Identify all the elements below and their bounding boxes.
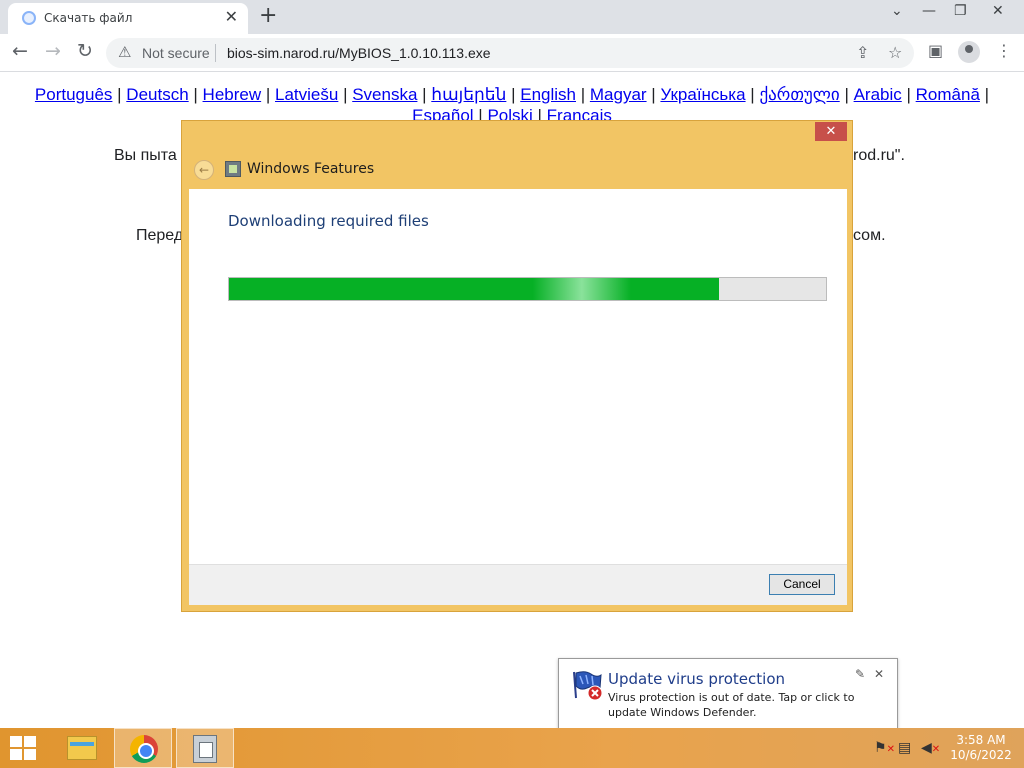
language-separator: | bbox=[901, 85, 916, 104]
clock-date: 10/6/2022 bbox=[950, 748, 1012, 762]
language-separator: | bbox=[112, 85, 127, 104]
menu-kebab-icon[interactable]: ⋮ bbox=[996, 41, 1012, 60]
minimize-button[interactable]: — bbox=[922, 3, 936, 19]
tab-close-icon[interactable]: ✕ bbox=[225, 7, 238, 26]
language-link[interactable]: Arabic bbox=[854, 85, 902, 104]
close-window-button[interactable]: ✕ bbox=[992, 3, 1004, 19]
defender-notification[interactable]: Update virus protection Virus protection… bbox=[558, 658, 898, 730]
start-windows-icon[interactable] bbox=[10, 736, 38, 762]
back-arrow-icon[interactable]: ← bbox=[194, 160, 214, 180]
language-link[interactable]: English bbox=[520, 85, 576, 104]
share-icon[interactable]: ⇪ bbox=[856, 43, 869, 62]
language-link[interactable]: Hebrew bbox=[203, 85, 262, 104]
notification-close-icon[interactable]: ✕ bbox=[874, 667, 884, 681]
status-heading: Downloading required files bbox=[228, 212, 429, 230]
language-separator: | bbox=[745, 85, 760, 104]
language-separator: | bbox=[188, 85, 203, 104]
language-separator: | bbox=[646, 85, 661, 104]
taskbar: ⚑✕ ▤ ◀✕ 3:58 AM 10/6/2022 bbox=[0, 728, 1024, 768]
windows-features-dialog: ✕ ← Windows Features Downloading require… bbox=[181, 120, 853, 612]
action-center-flag-icon[interactable]: ⚑✕ bbox=[874, 740, 895, 756]
language-link[interactable]: Deutsch bbox=[126, 85, 188, 104]
dialog-footer: Cancel bbox=[189, 564, 847, 605]
tab-title: Скачать файл bbox=[44, 11, 133, 25]
forward-button[interactable]: → bbox=[45, 40, 61, 62]
defender-warning-flag-icon bbox=[573, 671, 603, 701]
restore-button[interactable]: ❐ bbox=[954, 3, 967, 19]
language-link[interactable]: Português bbox=[35, 85, 113, 104]
language-separator: | bbox=[506, 85, 521, 104]
language-link[interactable]: ქართული bbox=[759, 85, 839, 104]
windows-features-icon bbox=[225, 161, 241, 177]
system-clock[interactable]: 3:58 AM 10/6/2022 bbox=[946, 733, 1016, 763]
language-separator: | bbox=[261, 85, 276, 104]
tab-active[interactable]: Скачать файл ✕ bbox=[8, 3, 248, 34]
language-link[interactable]: Українська bbox=[660, 85, 745, 104]
page-text-line1-left: Вы пыта bbox=[114, 147, 177, 164]
address-bar[interactable]: ⚠ Not secure bios-sim.narod.ru/MyBIOS_1.… bbox=[106, 38, 914, 68]
chrome-icon bbox=[130, 735, 158, 763]
taskbar-file-explorer[interactable] bbox=[52, 728, 110, 768]
language-link[interactable]: Magyar bbox=[590, 85, 647, 104]
reload-button[interactable]: ↻ bbox=[77, 40, 93, 62]
language-link[interactable]: հայերեն bbox=[431, 85, 506, 104]
tab-strip: Скачать файл ✕ + ⌄ — ❐ ✕ bbox=[0, 0, 1024, 34]
avatar[interactable] bbox=[958, 41, 980, 63]
side-panel-icon[interactable]: ▣ bbox=[928, 41, 943, 60]
download-progress-bar bbox=[228, 277, 827, 301]
page-text-line2-right: сом. bbox=[853, 227, 886, 244]
language-separator: | bbox=[417, 85, 432, 104]
security-label[interactable]: Not secure bbox=[142, 45, 210, 61]
loading-favicon-icon bbox=[22, 11, 36, 25]
tab-search-icon[interactable]: ⌄ bbox=[891, 3, 903, 19]
language-link[interactable]: Română bbox=[916, 85, 980, 104]
url-text[interactable]: bios-sim.narod.ru/MyBIOS_1.0.10.113.exe bbox=[227, 45, 491, 61]
language-link[interactable]: Svenska bbox=[352, 85, 417, 104]
pin-icon[interactable]: ✎ bbox=[855, 667, 865, 681]
bookmark-star-icon[interactable]: ☆ bbox=[888, 43, 902, 62]
language-separator: | bbox=[338, 85, 353, 104]
language-link[interactable]: Latviešu bbox=[275, 85, 338, 104]
taskbar-setup[interactable] bbox=[176, 728, 234, 768]
divider bbox=[215, 44, 216, 62]
dialog-close-button[interactable]: ✕ bbox=[815, 122, 847, 141]
language-separator: | bbox=[576, 85, 590, 104]
progress-fill bbox=[229, 278, 719, 300]
clock-time: 3:58 AM bbox=[956, 733, 1006, 747]
volume-muted-icon[interactable]: ◀✕ bbox=[921, 740, 940, 756]
taskbar-chrome[interactable] bbox=[114, 728, 172, 768]
back-button[interactable]: ← bbox=[12, 40, 28, 62]
language-separator: | bbox=[839, 85, 854, 104]
cancel-button[interactable]: Cancel bbox=[769, 574, 835, 595]
dialog-title: Windows Features bbox=[247, 161, 375, 177]
language-separator: | bbox=[979, 85, 990, 104]
notification-title: Update virus protection bbox=[608, 670, 786, 688]
page-text-line2-left: Перед bbox=[136, 227, 184, 244]
page-text-line1-right: rod.ru". bbox=[853, 147, 905, 164]
notification-message: Virus protection is out of date. Tap or … bbox=[608, 691, 855, 719]
dialog-body: Downloading required files bbox=[189, 189, 847, 564]
browser-toolbar: ← → ↻ ⚠ Not secure bios-sim.narod.ru/MyB… bbox=[0, 34, 1024, 72]
warning-icon[interactable]: ⚠ bbox=[118, 43, 131, 61]
file-explorer-icon bbox=[67, 736, 97, 760]
network-icon[interactable]: ▤ bbox=[898, 740, 911, 756]
new-tab-button[interactable]: + bbox=[259, 3, 277, 28]
setup-program-icon bbox=[193, 735, 217, 763]
